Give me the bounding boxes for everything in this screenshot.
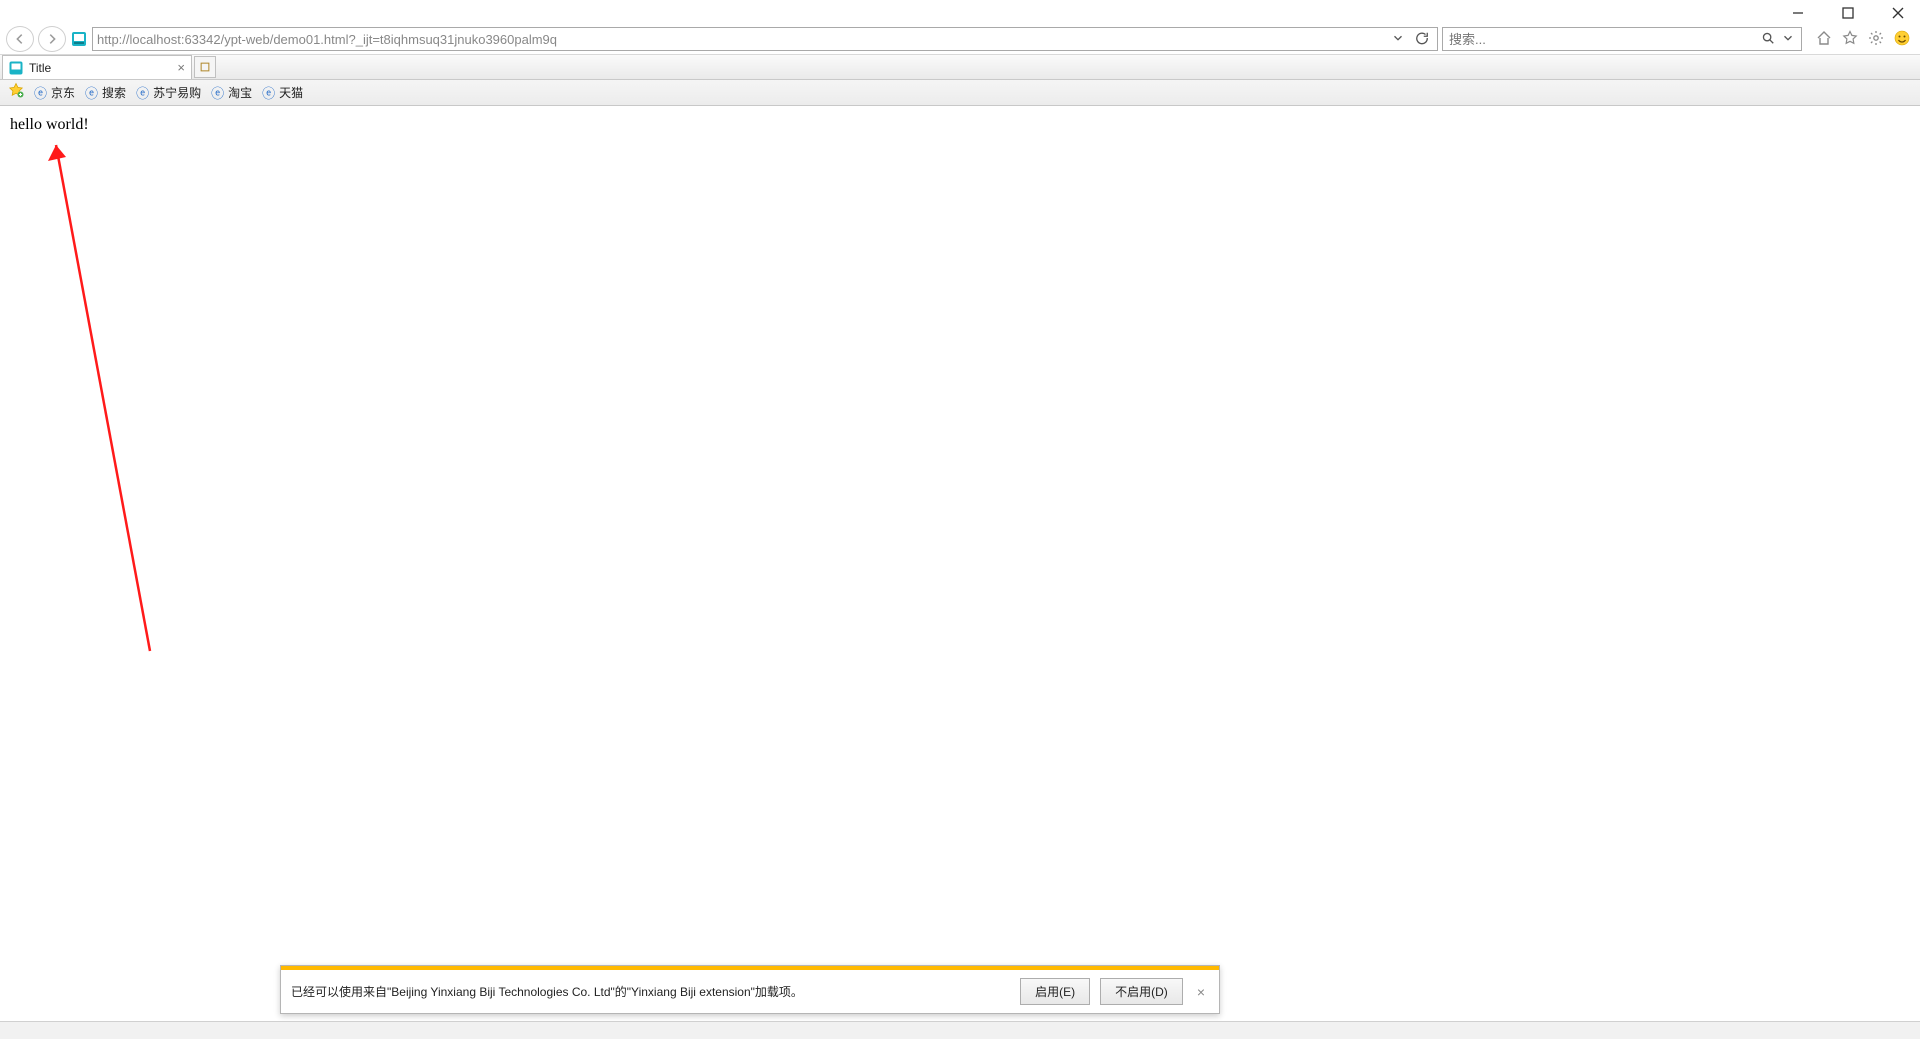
back-button[interactable] (6, 26, 34, 52)
annotation-arrow-icon (40, 131, 180, 661)
notification-close-icon[interactable]: × (1193, 984, 1209, 1000)
new-tab-button[interactable] (194, 56, 216, 78)
search-icon[interactable] (1761, 31, 1775, 48)
bookmark-label: 苏宁易购 (153, 84, 201, 101)
enable-button[interactable]: 启用(E) (1020, 978, 1090, 1005)
bookmark-item[interactable]: ⓔ 苏宁易购 (136, 83, 201, 102)
chevron-down-icon[interactable] (1391, 31, 1405, 48)
window-minimize-button[interactable] (1784, 3, 1812, 23)
bookmarks-bar: ⓔ 京东 ⓔ 搜索 ⓔ 苏宁易购 ⓔ 淘宝 ⓔ 天猫 (0, 80, 1920, 106)
refresh-icon[interactable] (1415, 31, 1429, 48)
tab-strip: Title × (0, 54, 1920, 80)
ie-icon: ⓔ (34, 83, 47, 102)
browser-toolbar (0, 26, 1920, 54)
window-maximize-button[interactable] (1834, 3, 1862, 23)
gear-icon[interactable] (1868, 30, 1884, 49)
page-body-text: hello world! (10, 116, 89, 133)
ie-icon: ⓔ (85, 83, 98, 102)
bookmark-item[interactable]: ⓔ 京东 (34, 83, 75, 102)
disable-button[interactable]: 不启用(D) (1100, 978, 1183, 1005)
notification-text: 已经可以使用来自"Beijing Yinxiang Biji Technolog… (291, 983, 1010, 1000)
addon-notification: 已经可以使用来自"Beijing Yinxiang Biji Technolog… (280, 965, 1220, 1014)
bookmark-label: 天猫 (279, 84, 303, 101)
status-bar (0, 1021, 1920, 1039)
address-bar[interactable] (92, 27, 1438, 51)
tab-favicon (9, 61, 23, 75)
window-close-button[interactable] (1884, 3, 1912, 23)
site-icon (70, 30, 88, 48)
bookmark-label: 京东 (51, 84, 75, 101)
smiley-icon[interactable] (1894, 30, 1910, 49)
ie-icon: ⓔ (211, 83, 224, 102)
bookmark-label: 淘宝 (228, 84, 252, 101)
ie-icon: ⓔ (136, 83, 149, 102)
browser-tab[interactable]: Title × (2, 55, 192, 79)
home-icon[interactable] (1816, 30, 1832, 49)
search-input[interactable] (1449, 32, 1761, 47)
star-icon[interactable] (1842, 30, 1858, 49)
address-actions (1387, 31, 1433, 48)
window-titlebar (0, 0, 1920, 26)
bookmark-item[interactable]: ⓔ 淘宝 (211, 83, 252, 102)
toolbar-right-icons (1806, 30, 1914, 49)
ie-icon: ⓔ (262, 83, 275, 102)
tab-close-icon[interactable]: × (177, 60, 185, 75)
add-favorite-icon[interactable] (8, 82, 24, 103)
bookmark-item[interactable]: ⓔ 天猫 (262, 83, 303, 102)
forward-button[interactable] (38, 26, 66, 52)
search-bar[interactable] (1442, 27, 1802, 51)
chevron-down-icon[interactable] (1781, 31, 1795, 48)
page-content: hello world! (0, 106, 1920, 1039)
tab-title: Title (29, 61, 171, 75)
bookmark-item[interactable]: ⓔ 搜索 (85, 83, 126, 102)
bookmark-label: 搜索 (102, 84, 126, 101)
address-input[interactable] (97, 32, 1387, 47)
